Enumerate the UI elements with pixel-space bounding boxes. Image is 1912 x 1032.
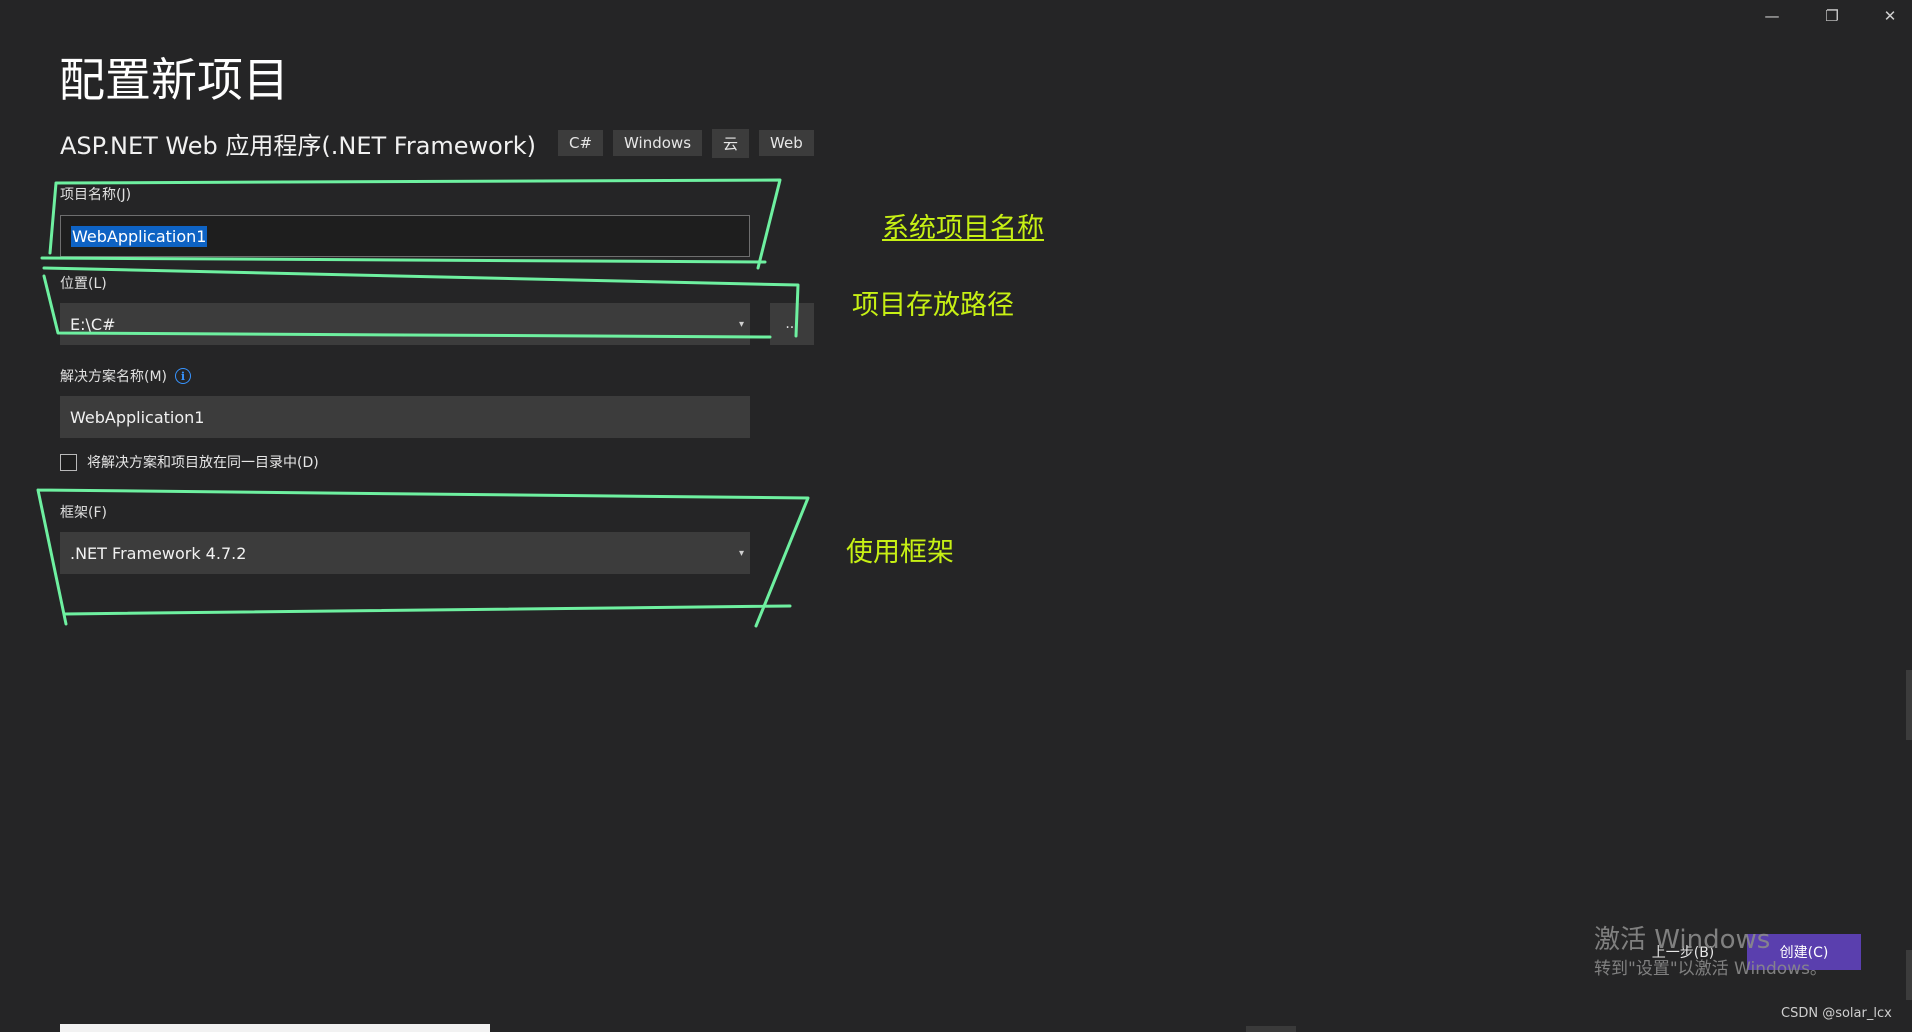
browse-button[interactable]: ... [770, 303, 814, 345]
minimize-icon[interactable]: — [1750, 4, 1794, 28]
scroll-thumb[interactable] [1246, 1026, 1296, 1032]
template-name: ASP.NET Web 应用程序(.NET Framework) [60, 131, 536, 160]
vertical-scroll-marker [1906, 670, 1912, 740]
page-title: 配置新项目 [59, 53, 289, 107]
tag-language: C# [558, 130, 604, 156]
same-directory-checkbox[interactable] [60, 453, 77, 471]
solution-name-input[interactable]: WebApplication1 [60, 396, 750, 438]
framework-label: 框架(F) [60, 505, 107, 521]
solution-name-label-text: 解决方案名称(M) [60, 369, 168, 385]
framework-value: .NET Framework 4.7.2 [70, 543, 247, 563]
tag-platform: Windows [613, 130, 703, 156]
solution-name-value: WebApplication1 [70, 407, 205, 427]
solution-name-label: 解决方案名称(M) i [60, 366, 192, 386]
tag-cloud: 云 [712, 128, 750, 158]
location-value: E:\C# [70, 314, 116, 334]
framework-annotation: 使用框架 [846, 537, 954, 568]
same-directory-option[interactable]: 将解决方案和项目放在同一目录中(D) [60, 452, 319, 472]
activation-watermark-title: 激活 Windows [1594, 925, 1771, 955]
template-info: ASP.NET Web 应用程序(.NET Framework) C# Wind… [60, 126, 824, 160]
location-annotation: 项目存放路径 [852, 290, 1014, 321]
framework-combobox[interactable]: .NET Framework 4.7.2 ▾ [60, 532, 750, 574]
close-icon[interactable]: ✕ [1868, 4, 1912, 28]
location-combobox[interactable]: E:\C# ▾ [60, 303, 750, 345]
project-name-value: WebApplication1 [71, 225, 208, 247]
location-label: 位置(L) [60, 276, 107, 292]
csdn-credit: CSDN @solar_lcx [1781, 1006, 1892, 1021]
vertical-scroll-marker [1906, 950, 1912, 1000]
project-name-annotation: 系统项目名称 [882, 213, 1044, 244]
activation-watermark-subtitle: 转到"设置"以激活 Windows。 [1594, 959, 1827, 979]
same-directory-label: 将解决方案和项目放在同一目录中(D) [87, 455, 319, 471]
project-name-label: 项目名称(J) [60, 187, 132, 203]
tag-project-type: Web [759, 130, 814, 156]
info-icon[interactable]: i [175, 368, 192, 384]
chevron-down-icon[interactable]: ▾ [739, 532, 744, 574]
project-name-input[interactable]: WebApplication1 [60, 215, 750, 257]
horizontal-scrollbar[interactable] [60, 1024, 490, 1032]
chevron-down-icon[interactable]: ▾ [739, 303, 744, 345]
restore-icon[interactable]: ❐ [1810, 4, 1854, 28]
